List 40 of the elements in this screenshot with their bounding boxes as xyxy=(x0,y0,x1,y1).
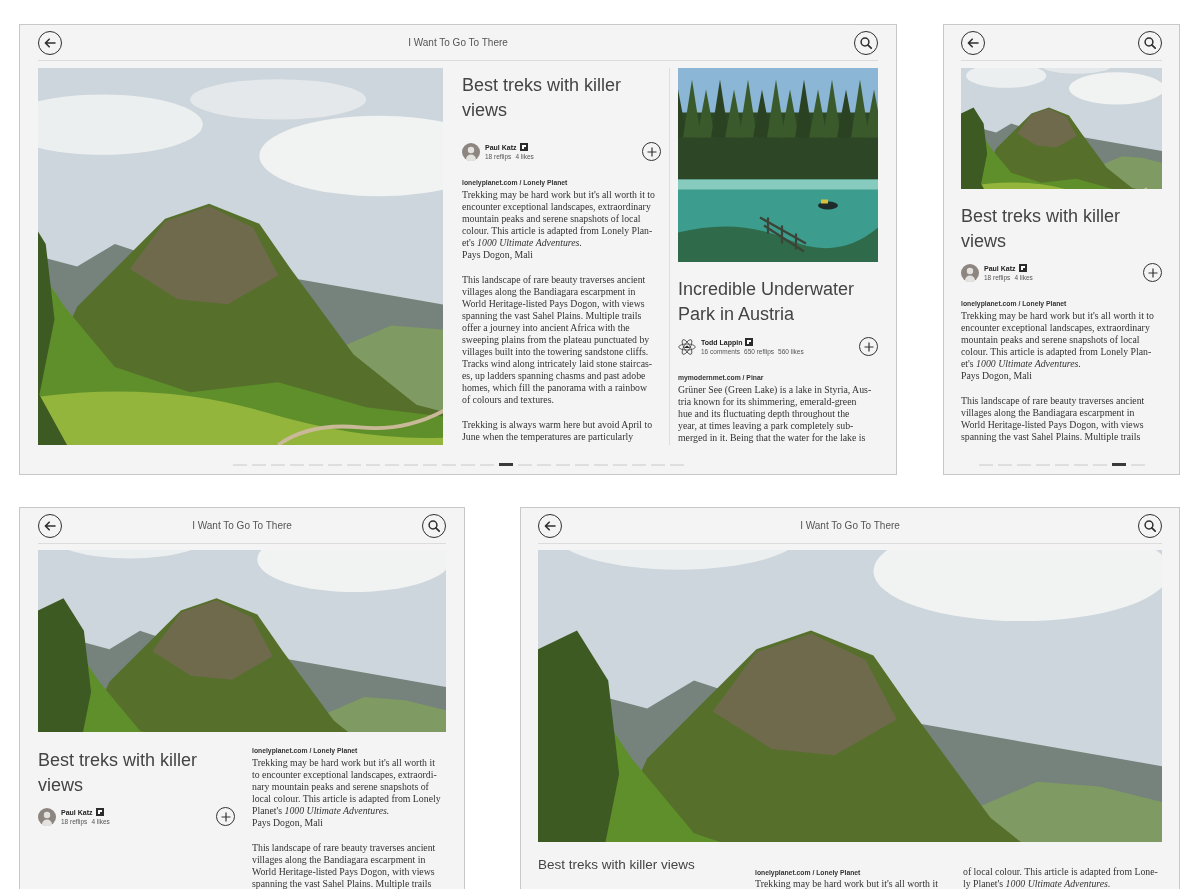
badge-icon xyxy=(745,338,754,346)
avatar-icon xyxy=(961,263,979,282)
avatar-icon xyxy=(38,807,56,826)
article-title: Best treks with killer views xyxy=(538,857,696,873)
article-paragraph: Trekking is always warm here but avoid April to June when the temperatures are particularly xyxy=(462,419,654,443)
atom-icon xyxy=(678,337,696,356)
article-paragraph: This landscape of rare beauty traverses ancient villages along the Bandiagara escarpment in World Heritage-listed Pays Dogon, with views spanning the vast Sahel Plains. Multiple trails offer a journey into ancient Africa with the sweeping plains from the plateau punctuated by villages built into the towering sandstone cliffs. Tracks wind along intricately laid stone staircas- es, up ladders spanning chasms and past adobe homes, which fill the panorama with a rainbow of colours and textures. xyxy=(462,274,654,406)
article-paragraph: Trekking may be hard work but it's all worth it to encounter exceptional landscapes, extraordinary mountain peaks and serene snapshots of local colour. This article is adapted from Lonely Plan- et's 1000 Ultimate Adventures. Pays Dogon, Mali xyxy=(961,310,1155,382)
article-paragraph: of local colour. This article is adapted from Lone- ly Planet's 1000 Ultimate Adventures. xyxy=(963,866,1158,889)
search-icon xyxy=(1144,519,1156,532)
arrow-left-icon xyxy=(544,520,556,531)
plus-icon xyxy=(646,146,657,157)
article-title: Incredible Underwater Park in Austria xyxy=(678,278,856,326)
article-title: Best treks with killer views xyxy=(38,749,199,797)
article-paragraph: Trekking may be hard work but it's all worth it xyxy=(755,878,939,889)
article-paragraph: This landscape of rare beauty traverses ancient villages along the Bandiagara escarpment in World Heritage-listed Pays Dogon, with views spanning the vast Sahel Plains. Multiple trails xyxy=(961,395,1146,443)
page-indicator[interactable] xyxy=(1111,463,1126,466)
page-indicator[interactable] xyxy=(498,463,513,466)
arrow-left-icon xyxy=(967,37,979,48)
article-title: Best treks with killer views xyxy=(961,205,1122,253)
badge-icon xyxy=(1018,264,1027,272)
article-paragraph: Grüner See (Green Lake) is a lake in Styria, Aus- tria known for its shimmering, emerald-green hue and its fluctuating depth throughout the year, at times leaving a park completely sub- merged in it. Being that the water for the lake is xyxy=(678,384,873,444)
page-title: I Want To Go To There xyxy=(192,519,292,533)
article-paragraph: This landscape of rare beauty traverses ancient villages along the Bandiagara escarpment in World Heritage-listed Pays Dogon, with views spanning the vast Sahel Plains. Multiple trails xyxy=(252,842,437,889)
page-title: I Want To Go To There xyxy=(408,36,508,50)
badge-icon xyxy=(95,808,104,816)
plus-icon xyxy=(863,341,874,352)
badge-icon xyxy=(519,143,528,151)
search-icon xyxy=(428,519,440,532)
plus-icon xyxy=(220,811,231,822)
plus-icon xyxy=(1147,267,1158,278)
article-paragraph: Trekking may be hard work but it's all worth it to encounter exceptional landscapes, extraordi- nary mountain peaks and serene snapshots of local colour. This article is adapted from Lonely Planet's 1000 Ultimate Adventures. Pays Dogon, Mali xyxy=(252,757,441,829)
arrow-left-icon xyxy=(44,37,56,48)
article-title: Best treks with killer views xyxy=(462,74,623,122)
article-paragraph: Trekking may be hard work but it's all worth it to encounter exceptional landscapes, extraordinary mountain peaks and serene snapshots of local colour. This article is adapted from Lonely Plan- et's 1000 Ultimate Adventures. Pays Dogon, Mali xyxy=(462,189,656,261)
avatar-icon xyxy=(462,142,480,161)
page-title: I Want To Go To There xyxy=(800,519,900,533)
search-icon xyxy=(860,36,872,49)
search-icon xyxy=(1144,36,1156,49)
arrow-left-icon xyxy=(44,520,56,531)
